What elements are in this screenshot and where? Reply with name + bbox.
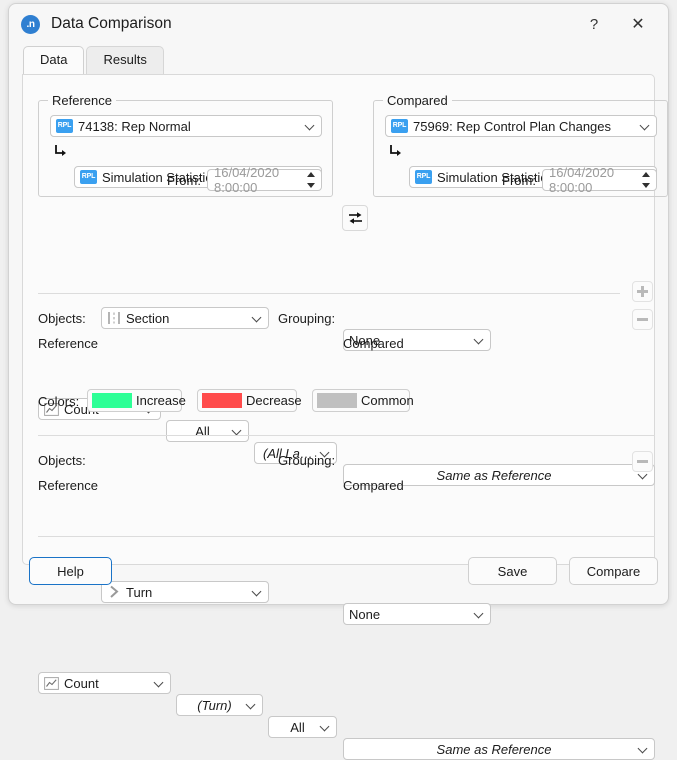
- app-icon-label: .n: [26, 18, 35, 30]
- color-common-label: Common: [361, 393, 414, 408]
- dialog-footer: Help Save Compare: [9, 536, 668, 604]
- grouping-label-1: Grouping:: [278, 453, 336, 468]
- grouping-combo-1[interactable]: None: [343, 603, 491, 625]
- reference-sublabel-1: Reference: [38, 478, 98, 493]
- chart-icon: [44, 676, 59, 690]
- color-common-button[interactable]: Common: [312, 389, 414, 412]
- reference-from-value: 16/04/2020 8:00:00: [214, 165, 280, 195]
- ref-attribute-value-1: Count: [64, 675, 99, 691]
- rpl-badge: RPL: [56, 119, 73, 133]
- compared-group: Compared RPL 75969: Rep Control Plan Cha…: [373, 93, 668, 197]
- compared-from-input[interactable]: 16/04/2020 8:00:00: [542, 165, 657, 195]
- chevron-down-icon: [155, 678, 164, 687]
- reference-from-label: From:: [167, 173, 201, 188]
- objects-type-combo-0[interactable]: Section: [101, 307, 269, 329]
- title-bar: .n Data Comparison ? ✕: [9, 4, 668, 44]
- swap-arrows-icon: [348, 211, 362, 224]
- grouping-label-0: Grouping:: [278, 311, 336, 326]
- colors-label-0: Colors:: [38, 394, 80, 409]
- compared-group-legend: Compared: [383, 93, 452, 108]
- rpl-badge: RPL: [415, 170, 432, 184]
- objects-type-value-0: Section: [126, 310, 170, 326]
- ref-aggregation-combo-0[interactable]: All: [166, 420, 249, 442]
- rpl-badge: RPL: [391, 119, 408, 133]
- compared-replication-combo[interactable]: RPL 75969: Rep Control Plan Changes: [385, 115, 657, 137]
- rpl-badge: RPL: [80, 170, 97, 184]
- save-button[interactable]: Save: [468, 557, 557, 585]
- objects-label-1: Objects:: [38, 453, 86, 468]
- compared-sublabel-0: Compared: [343, 336, 404, 351]
- chevron-down-icon: [475, 335, 484, 344]
- chevron-down-icon: [641, 121, 650, 130]
- objects-label-0: Objects:: [38, 311, 86, 326]
- help-icon[interactable]: ?: [572, 7, 616, 41]
- tab-results[interactable]: Results: [86, 46, 164, 74]
- reference-replication-value: 74138: Rep Normal: [78, 118, 191, 134]
- data-tab-panel: Reference RPL 74138: Rep Normal RPL Simu…: [22, 74, 668, 760]
- ref-lanes-value-1: All: [290, 719, 305, 735]
- reference-group: Reference RPL 74138: Rep Normal RPL Simu…: [38, 93, 333, 197]
- swap-button[interactable]: [342, 205, 368, 231]
- ref-aggregation-value-0: All: [195, 423, 210, 439]
- window-title: Data Comparison: [51, 15, 172, 32]
- color-swatch-increase: [92, 393, 132, 408]
- compared-from-value: 16/04/2020 8:00:00: [549, 165, 615, 195]
- chevron-down-icon: [253, 313, 262, 322]
- color-increase-label: Increase: [136, 393, 186, 408]
- branch-arrow-icon: [388, 143, 404, 162]
- compared-from-label: From:: [502, 173, 536, 188]
- color-decrease-label: Decrease: [246, 393, 302, 408]
- compared-attribute-value-1: Same as Reference: [436, 741, 552, 757]
- reference-group-legend: Reference: [48, 93, 116, 108]
- chevron-down-icon: [475, 609, 484, 618]
- compared-attribute-combo-1[interactable]: Same as Reference: [343, 738, 655, 760]
- compared-attribute-value-0: Same as Reference: [436, 467, 552, 483]
- divider: [38, 293, 620, 294]
- chevron-down-icon: [321, 722, 330, 731]
- help-button[interactable]: Help: [29, 557, 112, 585]
- tab-data[interactable]: Data: [23, 46, 85, 74]
- add-object-row-button[interactable]: [632, 281, 653, 302]
- compared-replication-value: 75969: Rep Control Plan Changes: [413, 118, 612, 134]
- chevron-down-icon: [233, 426, 242, 435]
- compare-button[interactable]: Compare: [569, 557, 658, 585]
- section-icon: [108, 312, 120, 324]
- ref-lanes-combo-1[interactable]: All: [268, 716, 337, 738]
- reference-from-input[interactable]: 16/04/2020 8:00:00: [207, 165, 322, 195]
- grouping-value-1: None: [349, 606, 381, 622]
- tab-strip: Data Results: [9, 46, 668, 74]
- ref-aggregation-value-1: (Turn): [197, 697, 232, 713]
- remove-object-row-button-1[interactable]: [632, 451, 653, 472]
- branch-arrow-icon: [53, 143, 69, 162]
- color-swatch-common: [317, 393, 357, 408]
- compared-sublabel-1: Compared: [343, 478, 404, 493]
- color-swatch-decrease: [202, 393, 242, 408]
- spinner-arrows-icon[interactable]: [307, 172, 316, 188]
- divider: [38, 435, 655, 436]
- color-increase-button[interactable]: Increase: [87, 389, 186, 412]
- spinner-arrows-icon[interactable]: [642, 172, 651, 188]
- ref-attribute-combo-1[interactable]: Count: [38, 672, 171, 694]
- app-icon: .n: [21, 14, 40, 34]
- chevron-down-icon: [247, 700, 256, 709]
- reference-replication-combo[interactable]: RPL 74138: Rep Normal: [50, 115, 322, 137]
- chevron-down-icon: [306, 121, 315, 130]
- remove-object-row-button-0[interactable]: [632, 309, 653, 330]
- data-comparison-dialog: .n Data Comparison ? ✕ Data Results Refe…: [8, 3, 669, 760]
- ref-aggregation-combo-1[interactable]: (Turn): [176, 694, 263, 716]
- color-decrease-button[interactable]: Decrease: [197, 389, 302, 412]
- chevron-down-icon: [639, 744, 648, 753]
- close-icon[interactable]: ✕: [616, 7, 660, 41]
- reference-sublabel-0: Reference: [38, 336, 98, 351]
